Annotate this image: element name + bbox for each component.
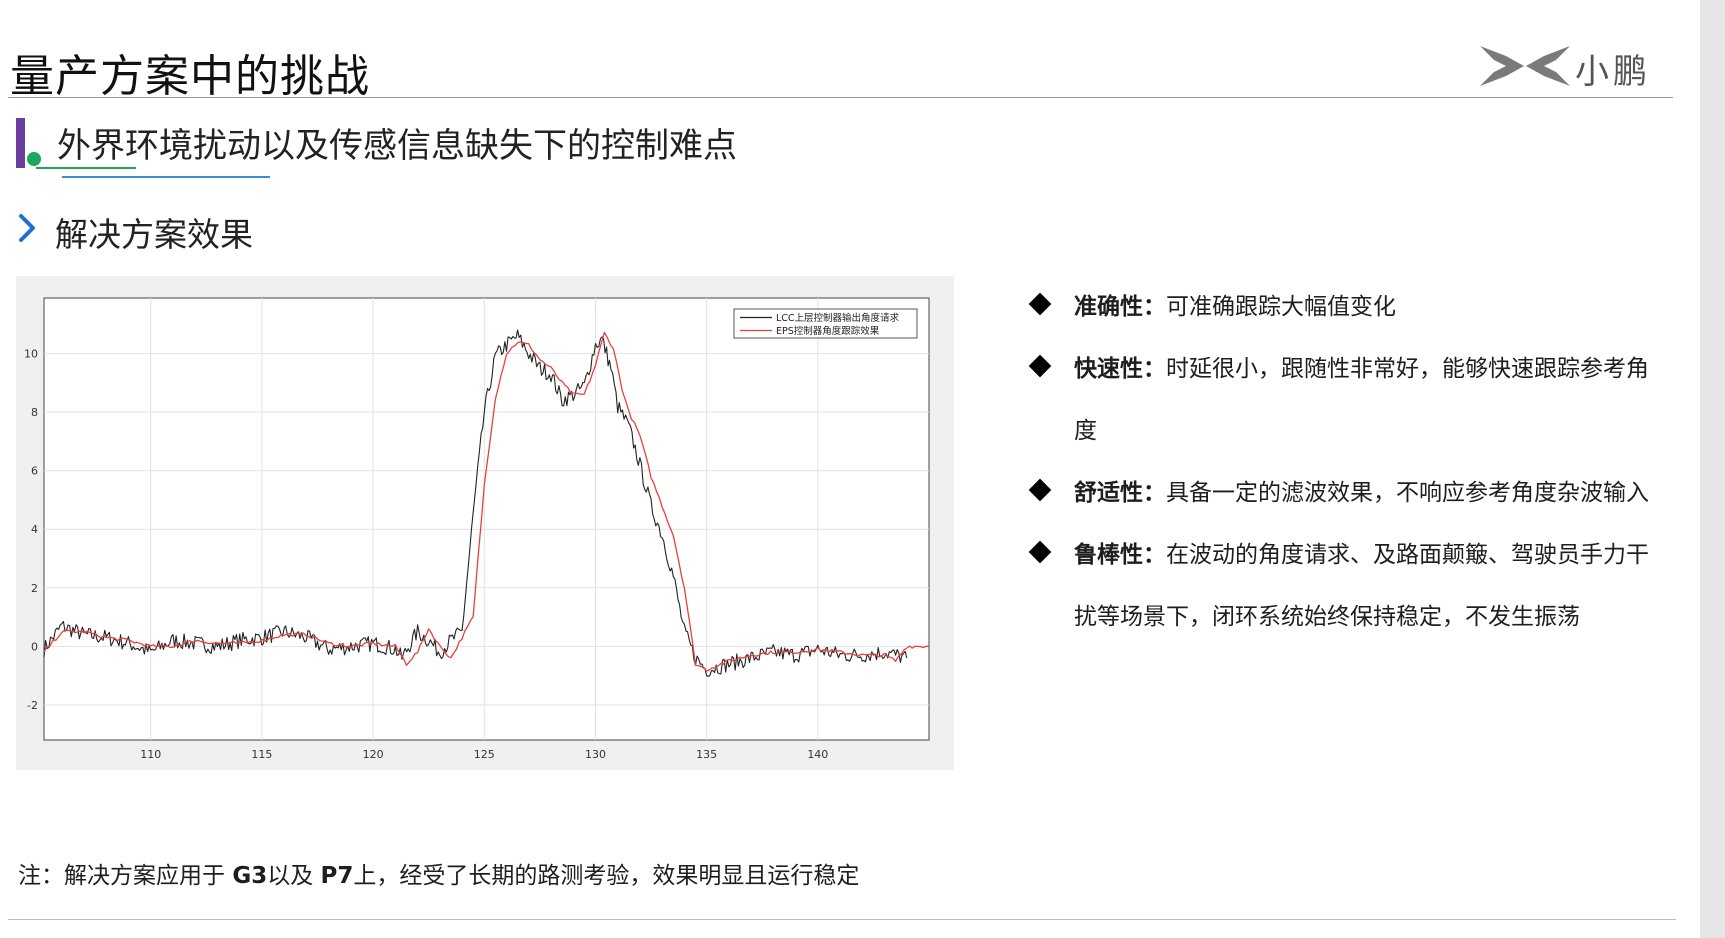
note-model-g3: G3 [232, 863, 268, 889]
plot-area [43, 297, 930, 741]
slide-title: 量产方案中的挑战 [10, 51, 370, 102]
y-tick-label: 4 [31, 523, 38, 536]
x-tick-labels: 110 115 120 125 130 135 140 [140, 748, 828, 761]
chart-panel: -2 0 2 4 6 8 10 110 115 120 125 130 135 140 LCC上层控制器… [16, 276, 954, 770]
note-suffix: 上，经受了长期的路测考验，效果明显且运行稳定 [353, 863, 860, 889]
bullet-keyword: 快速性： [1074, 355, 1166, 382]
sub-title: 解决方案效果 [55, 215, 253, 254]
section-accent-dot [27, 152, 41, 166]
x-tick-label: 115 [251, 748, 272, 761]
window-edge [1700, 0, 1725, 938]
bullet-accuracy: 准确性：可准确跟踪大幅值变化 [1028, 276, 1652, 338]
section-accent-bar [16, 118, 25, 168]
section-title: 外界环境扰动以及传感信息缺失下的控制难点 [57, 126, 737, 166]
x-tick-label: 135 [696, 748, 717, 761]
y-tick-label: -2 [27, 699, 38, 712]
diamond-bullet-icon [1028, 354, 1052, 378]
bullet-keyword: 准确性： [1074, 293, 1166, 320]
x-tick-label: 140 [807, 748, 828, 761]
y-tick-label: 10 [24, 348, 38, 361]
logo-text: 小鹏 [1575, 52, 1651, 92]
footnote: 注：解决方案应用于 G3以及 P7上，经受了长期的路测考验，效果明显且运行稳定 [18, 856, 859, 890]
y-tick-label: 0 [31, 640, 38, 653]
diamond-bullet-icon [1028, 540, 1052, 564]
bullet-text: 可准确跟踪大幅值变化 [1166, 294, 1396, 320]
legend-label-lcc: LCC上层控制器输出角度请求 [776, 312, 900, 324]
chevron-right-icon [19, 214, 35, 242]
y-tick-labels: -2 0 2 4 6 8 10 [24, 348, 38, 712]
y-tick-label: 6 [31, 465, 38, 478]
bullet-keyword: 舒适性： [1074, 479, 1166, 506]
footer-divider [8, 919, 1676, 920]
section-underline-green [36, 167, 136, 169]
note-mid: 以及 [267, 863, 321, 889]
x-tick-label: 125 [474, 748, 495, 761]
x-tick-label: 120 [363, 748, 384, 761]
bullet-list: 准确性：可准确跟踪大幅值变化 快速性：时延很小，跟随性非常好，能够快速跟踪参考角… [1028, 276, 1652, 648]
y-tick-label: 2 [31, 582, 38, 595]
bullet-keyword: 鲁棒性： [1074, 541, 1166, 568]
x-tick-label: 110 [140, 748, 161, 761]
title-divider [8, 97, 1673, 98]
note-prefix: 注：解决方案应用于 [18, 863, 233, 889]
bullet-comfort: 舒适性：具备一定的滤波效果，不响应参考角度杂波输入 [1028, 462, 1652, 524]
bullet-robustness: 鲁棒性：在波动的角度请求、及路面颠簸、驾驶员手力干扰等场景下，闭环系统始终保持稳… [1028, 524, 1652, 648]
x-tick-label: 130 [585, 748, 606, 761]
bullet-speed: 快速性：时延很小，跟随性非常好，能够快速跟踪参考角度 [1028, 338, 1652, 462]
bullet-text: 具备一定的滤波效果，不响应参考角度杂波输入 [1166, 480, 1649, 506]
legend-label-eps: EPS控制器角度跟踪效果 [776, 325, 880, 337]
section-underline-blue [62, 176, 270, 178]
note-model-p7: P7 [320, 863, 354, 889]
y-tick-label: 8 [31, 406, 38, 419]
diamond-bullet-icon [1028, 292, 1052, 316]
chart-legend: LCC上层控制器输出角度请求 EPS控制器角度跟踪效果 [733, 308, 918, 339]
line-chart: -2 0 2 4 6 8 10 110 115 120 125 130 135 140 LCC上层控制器… [24, 297, 930, 761]
diamond-bullet-icon [1028, 478, 1052, 502]
